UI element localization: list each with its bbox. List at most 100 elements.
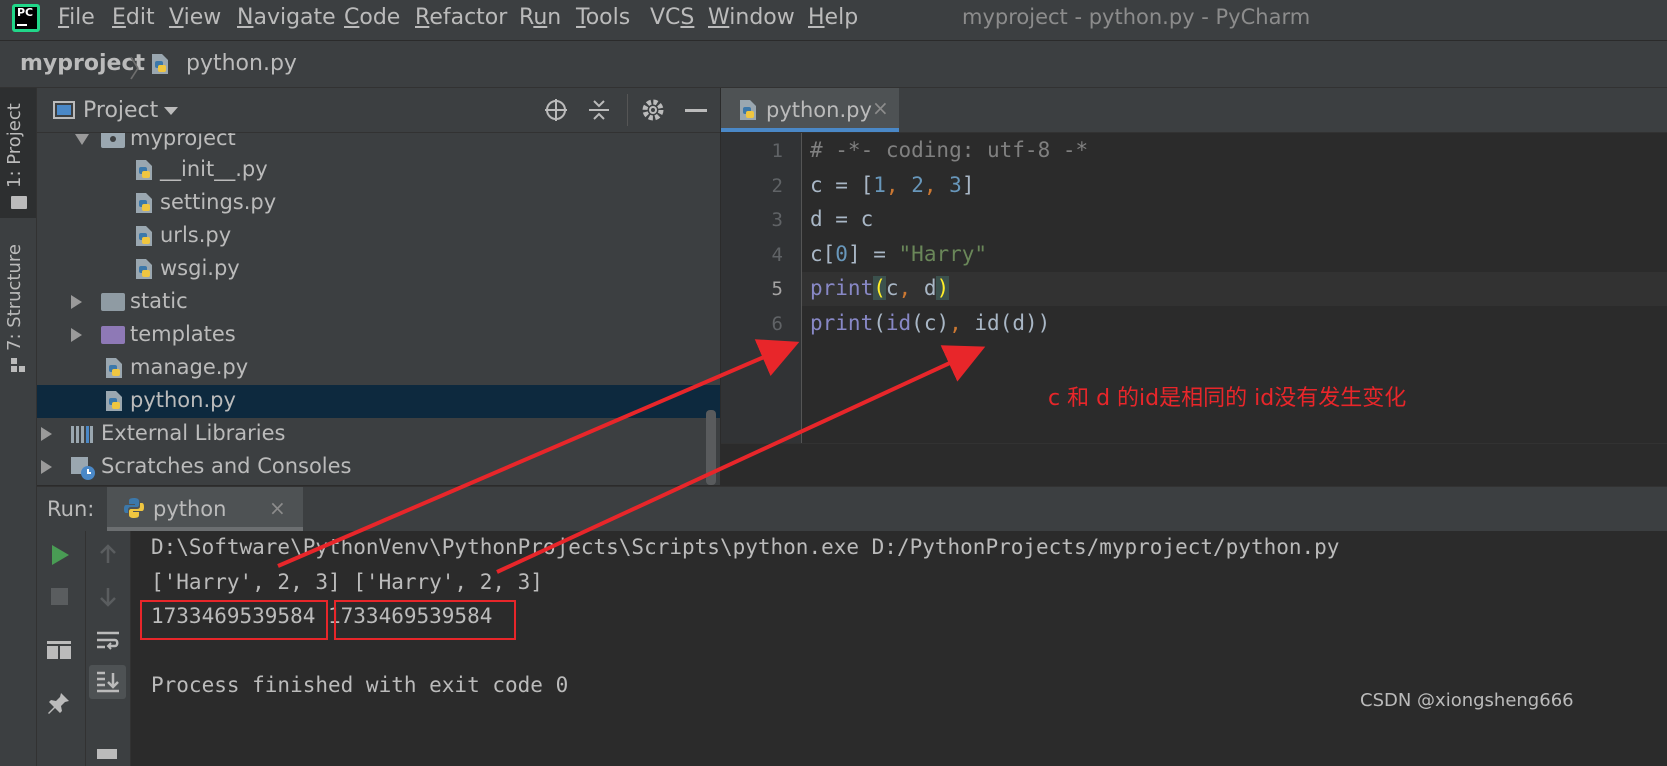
breadcrumb-file[interactable]: python.py — [186, 51, 297, 76]
menu-edit[interactable]: Edit — [112, 5, 155, 30]
python-logo-icon — [124, 498, 144, 518]
tree-item-label: urls.py — [160, 223, 232, 247]
menu-run[interactable]: Run — [519, 5, 561, 30]
code-line-6[interactable]: print(id(c), id(d)) — [810, 311, 1050, 335]
menu-window[interactable]: Window — [708, 5, 795, 30]
line-number: 3 — [771, 209, 783, 231]
console-line-lists: ['Harry', 2, 3] ['Harry', 2, 3] — [151, 570, 543, 594]
collapse-all-icon[interactable] — [587, 98, 611, 122]
structure-tool-tab[interactable]: 7: Structure — [4, 244, 25, 351]
menu-tools[interactable]: Tools — [576, 5, 630, 30]
id-highlight-box-1 — [140, 600, 328, 640]
python-file-icon — [740, 100, 756, 120]
menu-vcs[interactable]: VCS — [650, 5, 694, 30]
menu-code[interactable]: Code — [344, 5, 400, 30]
editor-gutter: 1 2 3 4 5 6 7 — [721, 133, 802, 443]
tree-item-templates[interactable]: templates — [37, 319, 720, 352]
toolbar-divider — [627, 94, 628, 126]
editor-lower-area — [721, 443, 1667, 486]
tree-item-scratches[interactable]: Scratches and Consoles — [37, 451, 720, 484]
line-number: 1 — [771, 140, 783, 162]
print-icon[interactable] — [97, 749, 117, 759]
tab-python-py[interactable]: python.py × — [721, 88, 899, 132]
tree-item-label: python.py — [130, 388, 236, 412]
tree-item-label: __init__.py — [160, 157, 268, 181]
project-panel-header: Project — [37, 88, 720, 133]
close-icon[interactable]: × — [872, 96, 889, 120]
project-tree: myproject __init__.py settings.py urls.p… — [37, 133, 720, 485]
run-tab-python[interactable]: python × — [107, 487, 303, 531]
tree-item-python-selected[interactable]: python.py — [37, 385, 720, 418]
project-tool-tab[interactable]: 1: Project — [4, 103, 25, 188]
tree-item-label: myproject — [130, 133, 236, 150]
project-view-icon — [53, 101, 75, 119]
chevron-down-icon[interactable] — [75, 134, 89, 145]
tree-item-static[interactable]: static — [37, 286, 720, 319]
chevron-right-icon[interactable] — [71, 295, 82, 309]
project-panel-title[interactable]: Project — [83, 98, 158, 123]
code-line-3[interactable]: d = c — [810, 207, 873, 231]
run-toolbar-secondary — [86, 531, 131, 766]
project-scrollbar[interactable] — [706, 410, 716, 485]
package-icon — [101, 133, 125, 148]
chevron-right-icon[interactable] — [41, 427, 52, 441]
tree-item-label: templates — [130, 322, 236, 346]
menu-navigate[interactable]: Navigate — [237, 5, 336, 30]
arrow-up-icon[interactable] — [97, 543, 119, 565]
code-line-5[interactable]: print(c, d) — [810, 276, 950, 300]
line-number: 7 — [771, 347, 783, 369]
python-file-icon — [136, 160, 152, 180]
tree-item-wsgi[interactable]: wsgi.py — [37, 253, 720, 286]
watermark: CSDN @xiongsheng666 — [1360, 690, 1574, 711]
structure-icon — [11, 358, 25, 372]
run-console[interactable] — [131, 531, 1667, 766]
chevron-down-icon[interactable] — [164, 107, 178, 115]
tree-item-urls[interactable]: urls.py — [37, 220, 720, 253]
layout-icon[interactable] — [47, 641, 71, 659]
tree-item-manage[interactable]: manage.py — [37, 352, 720, 385]
python-file-icon — [106, 391, 122, 411]
soft-wrap-icon[interactable] — [95, 628, 121, 654]
scratches-icon — [71, 457, 95, 480]
line-number: 6 — [771, 313, 783, 335]
chevron-right-icon[interactable] — [41, 460, 52, 474]
python-file-icon — [136, 193, 152, 213]
locate-icon[interactable] — [544, 98, 568, 122]
breadcrumb-project[interactable]: myproject — [20, 51, 145, 76]
menu-refactor[interactable]: Refactor — [415, 5, 507, 30]
rerun-icon[interactable] — [52, 545, 69, 565]
folder-icon — [11, 196, 27, 209]
chevron-right-icon[interactable] — [71, 328, 82, 342]
tree-item-label: Scratches and Consoles — [101, 454, 352, 478]
pin-icon[interactable] — [47, 691, 71, 715]
close-icon[interactable]: × — [269, 496, 286, 520]
code-line-1[interactable]: # -*- coding: utf-8 -* — [810, 138, 1088, 162]
tree-item-label: settings.py — [160, 190, 277, 214]
code-line-2[interactable]: c = [1, 2, 3] — [810, 173, 974, 197]
tree-item-init[interactable]: __init__.py — [37, 154, 720, 187]
run-toolbar-primary — [37, 531, 86, 766]
tree-item-external-libraries[interactable]: External Libraries — [37, 418, 720, 451]
tree-item-label: wsgi.py — [160, 256, 240, 280]
tree-item-myproject[interactable]: myproject — [37, 133, 720, 156]
folder-icon — [101, 293, 125, 311]
menu-file[interactable]: File — [58, 5, 95, 30]
pycharm-logo-icon: PC — [12, 4, 40, 32]
line-number: 4 — [771, 244, 783, 266]
editor-tab-bar: python.py × — [721, 88, 1667, 133]
tree-item-settings[interactable]: settings.py — [37, 187, 720, 220]
code-line-4[interactable]: c[0] = "Harry" — [810, 242, 987, 266]
breadcrumb: myproject 〉 python.py — [0, 41, 1667, 88]
templates-folder-icon — [101, 326, 125, 344]
annotation-text: c 和 d 的id是相同的 id没有发生变化 — [1048, 386, 1407, 411]
arrow-down-icon[interactable] — [97, 586, 119, 608]
tree-item-label: static — [130, 289, 188, 313]
menu-help[interactable]: Help — [808, 5, 858, 30]
python-file-icon — [136, 259, 152, 279]
line-number: 2 — [771, 175, 783, 197]
gear-icon[interactable] — [641, 98, 665, 122]
scroll-to-end-toggle[interactable] — [89, 665, 126, 699]
menu-view[interactable]: View — [169, 5, 221, 30]
minimize-icon[interactable] — [685, 109, 707, 112]
stop-icon[interactable] — [51, 588, 68, 605]
